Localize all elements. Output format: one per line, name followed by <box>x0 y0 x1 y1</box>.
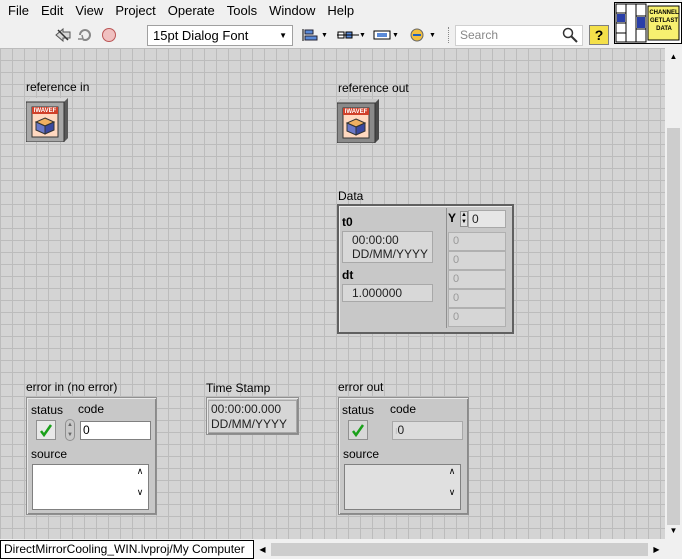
toolbar-separator <box>448 27 449 43</box>
error-in-label: error in (no error) <box>26 380 118 394</box>
error-out-code-indicator: ⁝0 <box>392 421 463 440</box>
vi-icon[interactable]: CHANNEL GETLAST DATA <box>614 2 682 44</box>
dt-indicator: 1.000000 <box>342 284 433 302</box>
resize-objects-icon[interactable]: ▼ <box>372 26 399 44</box>
y-array-cell: 0 <box>448 251 506 270</box>
menu-view[interactable]: View <box>69 0 109 22</box>
error-out-status-label: status <box>342 403 375 417</box>
error-in-code-label: code <box>78 402 105 416</box>
reference-out-indicator: IWAVEF <box>336 99 379 144</box>
error-in-code-input[interactable]: 0 <box>80 421 151 440</box>
search-input[interactable]: Search <box>455 25 583 46</box>
scroll-left-icon[interactable]: ◀ <box>254 540 271 559</box>
time-stamp-indicator: 00:00:00.000 DD/MM/YYYY <box>208 400 297 433</box>
error-out-code-value: 0 <box>397 423 405 437</box>
distribute-objects-icon[interactable]: ▼ <box>337 26 366 44</box>
horizontal-scroll-thumb[interactable] <box>271 543 648 556</box>
horizontal-scrollbar[interactable]: ◀ ▶ <box>254 540 665 559</box>
time-stamp-time: 00:00:00.000 <box>211 402 282 416</box>
vi-icon-text: CHANNEL GETLAST DATA <box>649 9 679 33</box>
menu-operate[interactable]: Operate <box>162 0 221 22</box>
reference-in-control[interactable]: IWAVEF <box>25 98 68 143</box>
vertical-scroll-thumb[interactable] <box>667 128 680 525</box>
vi-icon-line-2: GETLAST <box>650 18 678 24</box>
context-help-button[interactable]: ? <box>589 25 609 45</box>
y-array-cell: 0 <box>448 232 506 251</box>
time-stamp-date: DD/MM/YYYY <box>211 417 288 431</box>
error-out-source-label: source <box>343 447 380 461</box>
t0-label: t0 <box>342 215 353 229</box>
project-path-status: DirectMirrorCooling_WIN.lvproj/My Comput… <box>0 540 254 559</box>
error-in-status-checkbox[interactable] <box>36 420 56 440</box>
chevron-down-icon: ▼ <box>279 31 287 40</box>
menu-file[interactable]: File <box>2 0 35 22</box>
error-out-source-indicator: ∧ ∨ <box>344 464 461 510</box>
code-increment-stepper[interactable]: ▲ ▼ <box>65 419 75 441</box>
vi-icon-line-3: DATA <box>656 26 672 32</box>
vertical-scrollbar[interactable]: ▲ ▼ <box>665 48 682 539</box>
abort-icon[interactable] <box>100 26 118 44</box>
error-out-code-label: code <box>390 402 417 416</box>
scrollbar-corner <box>665 540 682 559</box>
y-index-stepper[interactable]: ▲ ▼ <box>460 211 468 227</box>
search-icon[interactable] <box>562 27 578 49</box>
vi-icon-line-1: CHANNEL <box>649 10 679 16</box>
checkmark-icon <box>40 424 53 437</box>
t0-time: 00:00:00 <box>352 233 399 247</box>
scroll-up-icon[interactable]: ▲ <box>665 48 682 65</box>
y-index-field[interactable]: 0 <box>468 210 506 228</box>
toolbar: 15pt Dialog Font ▼ ▼ ▼ ▼ ▼ Search ? <box>0 22 612 48</box>
error-out-label: error out <box>338 380 384 394</box>
error-in-source-label: source <box>31 447 68 461</box>
waveform-divider <box>446 208 447 328</box>
waveform-refnum-icon <box>336 99 379 144</box>
waveform-refnum-icon <box>25 98 68 143</box>
refnum-label: IWAVEF <box>33 108 57 114</box>
menu-edit[interactable]: Edit <box>35 0 69 22</box>
reference-out-label: reference out <box>338 81 409 95</box>
data-label: Data <box>338 189 364 203</box>
scroll-down-icon[interactable]: ▼ <box>665 522 682 539</box>
textarea-scrollbar[interactable]: ∧ ∨ <box>445 466 459 508</box>
checkmark-icon <box>352 424 365 437</box>
y-array-cell: 0 <box>448 308 506 327</box>
y-label: Y <box>448 211 457 225</box>
t0-date: DD/MM/YYYY <box>352 247 429 261</box>
scroll-right-icon[interactable]: ▶ <box>648 540 665 559</box>
menu-bar: File Edit View Project Operate Tools Win… <box>0 0 612 22</box>
y-array-cell: 0 <box>448 289 506 308</box>
menu-window[interactable]: Window <box>263 0 321 22</box>
textarea-scrollbar[interactable]: ∧ ∨ <box>133 466 147 508</box>
y-array-cell: 0 <box>448 270 506 289</box>
font-select[interactable]: 15pt Dialog Font ▼ <box>147 25 293 46</box>
run-continuously-icon[interactable] <box>76 26 94 44</box>
reorder-icon[interactable]: ▼ <box>409 26 436 44</box>
error-out-status-indicator <box>348 420 368 440</box>
error-in-status-label: status <box>31 403 64 417</box>
menu-project[interactable]: Project <box>109 0 161 22</box>
refnum-label: IWAVEF <box>344 109 368 115</box>
t0-timestamp-indicator: 00:00:00 DD/MM/YYYY <box>342 231 433 263</box>
time-stamp-label: Time Stamp <box>206 381 271 395</box>
font-select-label: 15pt Dialog Font <box>153 28 249 43</box>
menu-help[interactable]: Help <box>321 0 360 22</box>
reference-in-label: reference in <box>26 80 90 94</box>
dt-label: dt <box>342 268 354 282</box>
run-arrow-icon[interactable] <box>54 26 72 44</box>
error-in-source-input[interactable]: ∧ ∨ <box>32 464 149 510</box>
menu-tools[interactable]: Tools <box>221 0 263 22</box>
align-objects-icon[interactable]: ▼ <box>301 26 328 44</box>
search-placeholder: Search <box>460 28 499 42</box>
